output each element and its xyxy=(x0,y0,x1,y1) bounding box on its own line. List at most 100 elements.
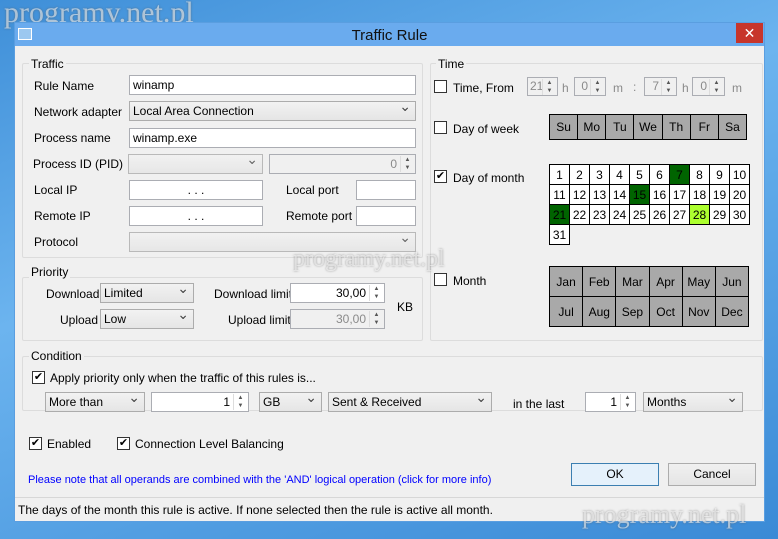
day-of-month-6[interactable]: 6 xyxy=(649,164,670,185)
spinner-arrows-icon[interactable]: ▲ ▼ xyxy=(709,79,723,95)
spinner-arrows-icon[interactable]: ▲ ▼ xyxy=(400,156,414,172)
and-operation-info-link[interactable]: Please note that all operands are combin… xyxy=(28,474,491,486)
day-of-month-19[interactable]: 19 xyxy=(709,184,730,205)
from-hour-spinner[interactable]: 21 ▲ ▼ xyxy=(527,77,558,96)
day-of-month-2[interactable]: 2 xyxy=(569,164,590,185)
process-name-input[interactable]: winamp.exe xyxy=(129,128,416,148)
day-of-month-30[interactable]: 30 xyxy=(729,204,750,225)
day-of-month-10[interactable]: 10 xyxy=(729,164,750,185)
to-hour-spinner[interactable]: 7 ▲ ▼ xyxy=(644,77,677,96)
day-of-month-3[interactable]: 3 xyxy=(589,164,610,185)
from-minute-spinner[interactable]: 0 ▲ ▼ xyxy=(574,77,606,96)
amount-spinner[interactable]: 1 ▲ ▼ xyxy=(151,392,249,412)
spinner-arrows-icon[interactable]: ▲ ▼ xyxy=(369,311,383,327)
day-of-month-14[interactable]: 14 xyxy=(609,184,630,205)
day-of-week-sa[interactable]: Sa xyxy=(718,115,746,139)
day-of-month-25[interactable]: 25 xyxy=(629,204,650,225)
network-adapter-select[interactable]: Local Area Connection xyxy=(129,99,416,121)
day-of-month-29[interactable]: 29 xyxy=(709,204,730,225)
pid-spinner[interactable]: 0 ▲ ▼ xyxy=(269,154,416,174)
day-of-week-we[interactable]: We xyxy=(634,115,662,139)
day-of-month-23[interactable]: 23 xyxy=(589,204,610,225)
spinner-arrows-icon[interactable]: ▲ ▼ xyxy=(590,79,604,95)
download-limit-spinner[interactable]: 30,00 ▲ ▼ xyxy=(290,283,385,303)
period-select[interactable]: Months xyxy=(643,390,743,412)
day-of-week-fr[interactable]: Fr xyxy=(690,115,718,139)
upload-priority-select[interactable]: Low xyxy=(100,307,194,329)
day-of-month-1[interactable]: 1 xyxy=(549,164,570,185)
close-button[interactable]: ✕ xyxy=(736,23,763,43)
direction-select[interactable]: Sent & Received xyxy=(328,390,492,412)
upload-limit-spinner[interactable]: 30,00 ▲ ▼ xyxy=(290,309,385,329)
month-jan[interactable]: Jan xyxy=(550,267,583,296)
pid-select[interactable] xyxy=(128,152,263,174)
spinner-arrows-icon[interactable]: ▲ ▼ xyxy=(369,285,383,301)
to-minute-spinner[interactable]: 0 ▲ ▼ xyxy=(692,77,725,96)
month-aug[interactable]: Aug xyxy=(583,297,616,326)
period-count-spinner[interactable]: 1 ▲ ▼ xyxy=(585,392,636,412)
spinner-arrows-icon[interactable]: ▲ ▼ xyxy=(542,79,556,95)
pid-label: Process ID (PID) xyxy=(33,157,124,171)
local-ip-label: Local IP xyxy=(34,183,78,197)
day-of-month-4[interactable]: 4 xyxy=(609,164,630,185)
day-of-month-22[interactable]: 22 xyxy=(569,204,590,225)
month-nov[interactable]: Nov xyxy=(682,297,715,326)
day-of-month-8[interactable]: 8 xyxy=(689,164,710,185)
day-of-month-15[interactable]: 15 xyxy=(629,184,650,205)
remote-ip-input[interactable]: . . . xyxy=(129,206,263,226)
kb-unit-label: KB xyxy=(397,300,414,314)
spinner-arrows-icon[interactable]: ▲ ▼ xyxy=(620,394,634,410)
day-of-month-26[interactable]: 26 xyxy=(649,204,670,225)
day-of-month-7[interactable]: 7 xyxy=(669,164,690,185)
rule-name-input[interactable]: winamp xyxy=(129,75,416,95)
day-of-month-17[interactable]: 17 xyxy=(669,184,690,205)
time-from-checkbox[interactable] xyxy=(434,80,447,93)
day-of-month-24[interactable]: 24 xyxy=(609,204,630,225)
month-sep[interactable]: Sep xyxy=(616,297,649,326)
month-jun[interactable]: Jun xyxy=(715,267,748,296)
month-checkbox[interactable] xyxy=(434,273,447,286)
month-mar[interactable]: Mar xyxy=(616,267,649,296)
local-port-label: Local port xyxy=(286,183,339,197)
local-port-input[interactable] xyxy=(356,180,416,200)
spinner-arrows-icon[interactable]: ▲ ▼ xyxy=(233,394,247,410)
month-feb[interactable]: Feb xyxy=(583,267,616,296)
month-dec[interactable]: Dec xyxy=(715,297,748,326)
day-of-week-checkbox[interactable] xyxy=(434,121,447,134)
day-of-month-28[interactable]: 28 xyxy=(689,204,710,225)
day-of-month-16[interactable]: 16 xyxy=(649,184,670,205)
day-of-month-13[interactable]: 13 xyxy=(589,184,610,205)
day-of-month-18[interactable]: 18 xyxy=(689,184,710,205)
ok-button[interactable]: OK xyxy=(571,463,659,486)
download-priority-select[interactable]: Limited xyxy=(100,281,194,303)
comparator-select[interactable]: More than xyxy=(45,390,145,412)
day-of-week-th[interactable]: Th xyxy=(662,115,690,139)
remote-port-input[interactable] xyxy=(356,206,416,226)
day-of-month-5[interactable]: 5 xyxy=(629,164,650,185)
cancel-button[interactable]: Cancel xyxy=(668,463,756,486)
day-of-month-checkbox[interactable]: ✔ xyxy=(434,170,447,183)
day-of-month-20[interactable]: 20 xyxy=(729,184,750,205)
day-of-month-31[interactable]: 31 xyxy=(549,224,570,245)
connection-level-balancing-checkbox[interactable]: ✔ xyxy=(117,437,130,450)
day-of-week-su[interactable]: Su xyxy=(550,115,578,139)
spinner-arrows-icon[interactable]: ▲ ▼ xyxy=(661,79,675,95)
day-of-month-label: Day of month xyxy=(453,171,525,185)
day-of-month-12[interactable]: 12 xyxy=(569,184,590,205)
apply-priority-checkbox[interactable]: ✔ xyxy=(32,371,45,384)
title-bar: Traffic Rule ✕ xyxy=(15,23,764,46)
unit-select[interactable]: GB xyxy=(259,390,322,412)
day-of-month-27[interactable]: 27 xyxy=(669,204,690,225)
day-of-week-mo[interactable]: Mo xyxy=(578,115,606,139)
enabled-checkbox[interactable]: ✔ xyxy=(29,437,42,450)
month-apr[interactable]: Apr xyxy=(649,267,682,296)
month-oct[interactable]: Oct xyxy=(649,297,682,326)
local-ip-input[interactable]: . . . xyxy=(129,180,263,200)
priority-group-label: Priority xyxy=(29,265,71,279)
day-of-month-9[interactable]: 9 xyxy=(709,164,730,185)
month-jul[interactable]: Jul xyxy=(550,297,583,326)
day-of-week-tu[interactable]: Tu xyxy=(606,115,634,139)
month-may[interactable]: May xyxy=(682,267,715,296)
day-of-month-21[interactable]: 21 xyxy=(549,204,570,225)
day-of-month-11[interactable]: 11 xyxy=(549,184,570,205)
